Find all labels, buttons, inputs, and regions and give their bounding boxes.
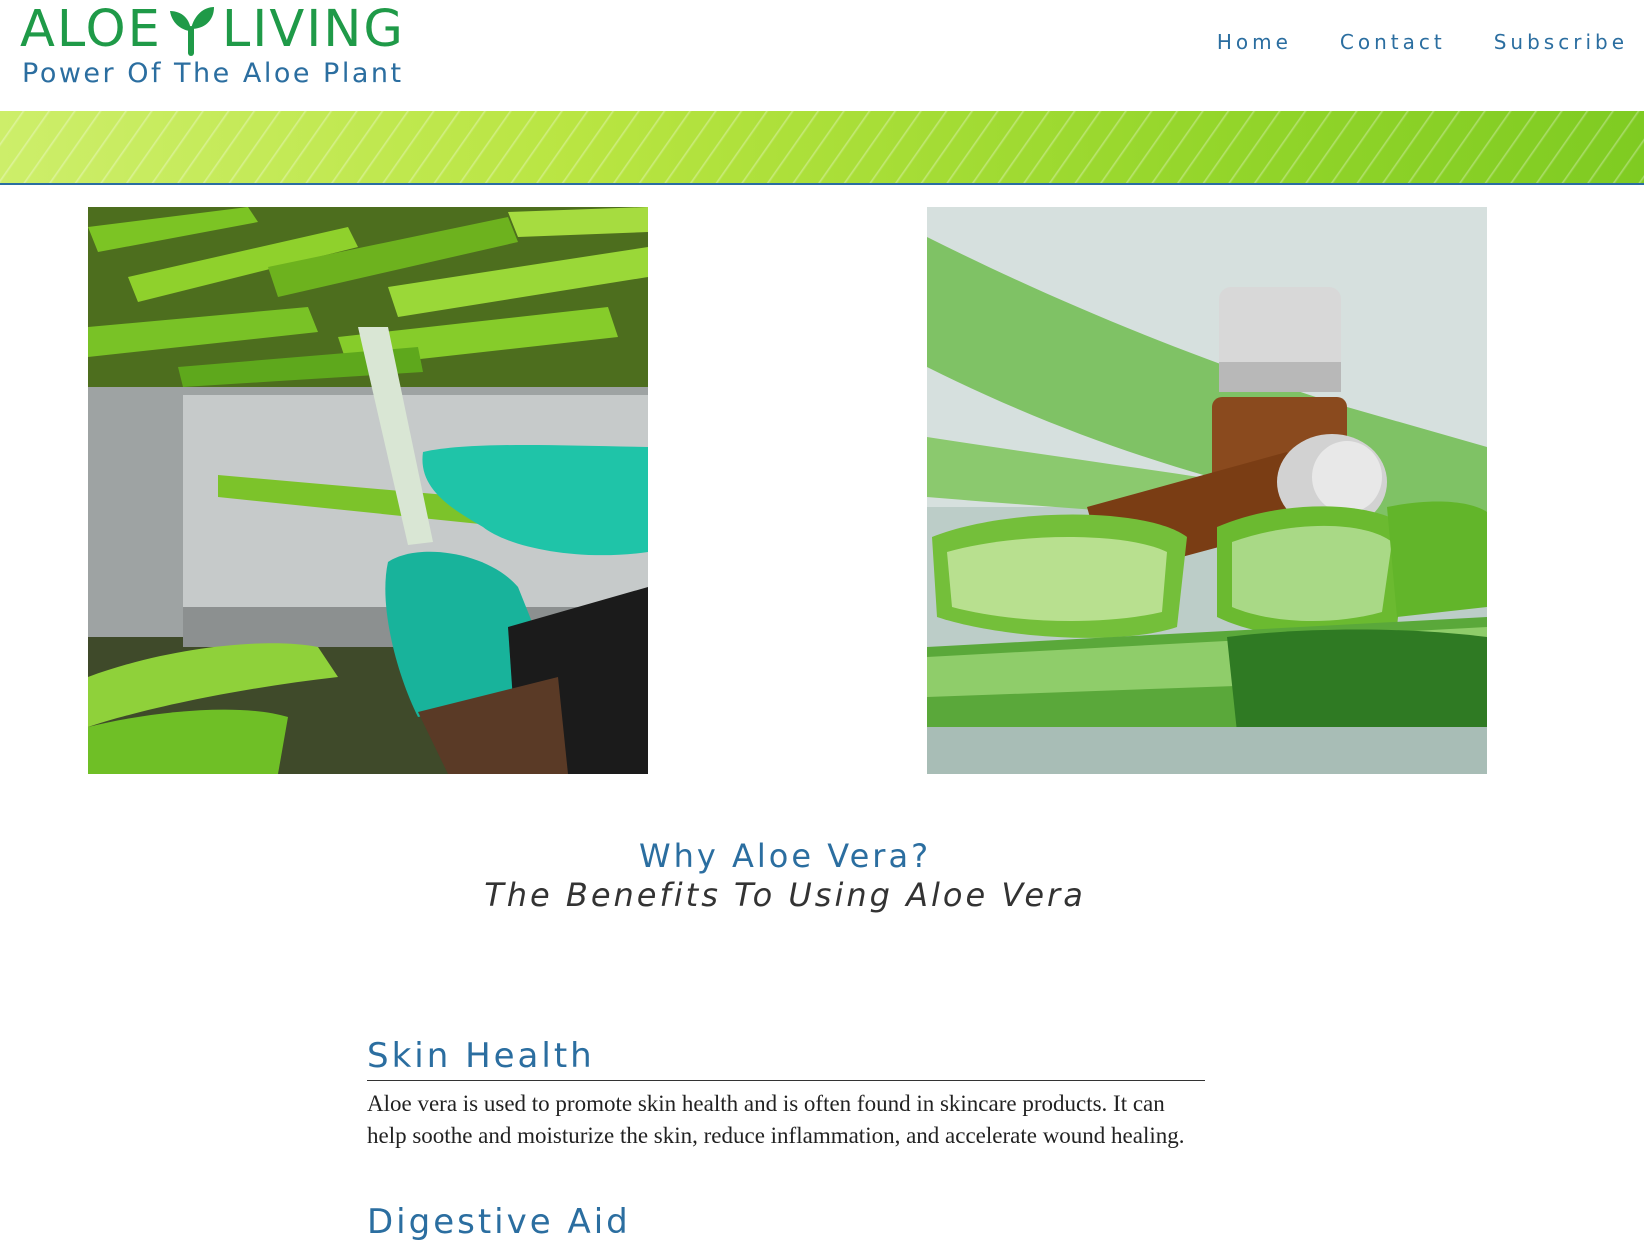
sprout-icon: [164, 3, 218, 57]
why-aloe-title: Why Aloe Vera?: [638, 837, 932, 875]
aloe-harvesting-photo: [88, 207, 648, 774]
leaf-banner: [0, 111, 1644, 185]
nav-subscribe-link[interactable]: Subscribe: [1494, 30, 1628, 54]
aloe-oil-bottles-photo: [927, 207, 1487, 774]
benefits-subtitle: The Benefits To Using Aloe Vera: [484, 876, 1086, 914]
logo-text-aloe: ALOE: [20, 0, 162, 59]
section-body-skin-health: Aloe vera is used to promote skin health…: [367, 1091, 1185, 1148]
site-logo[interactable]: ALOE LIVING: [20, 2, 405, 58]
nav-home-link[interactable]: Home: [1217, 30, 1292, 54]
nav-contact-link[interactable]: Contact: [1340, 30, 1446, 54]
logo-text-living: LIVING: [221, 0, 405, 59]
site-tagline: Power Of The Aloe Plant: [22, 58, 404, 89]
site-header: ALOE LIVING Power Of The Aloe Plant Home…: [0, 0, 1644, 111]
main-nav: Home Contact Subscribe: [1169, 30, 1644, 54]
section-title-digestive-aid: Digestive Aid: [367, 1202, 631, 1242]
section-title-skin-health: Skin Health: [367, 1036, 1205, 1081]
